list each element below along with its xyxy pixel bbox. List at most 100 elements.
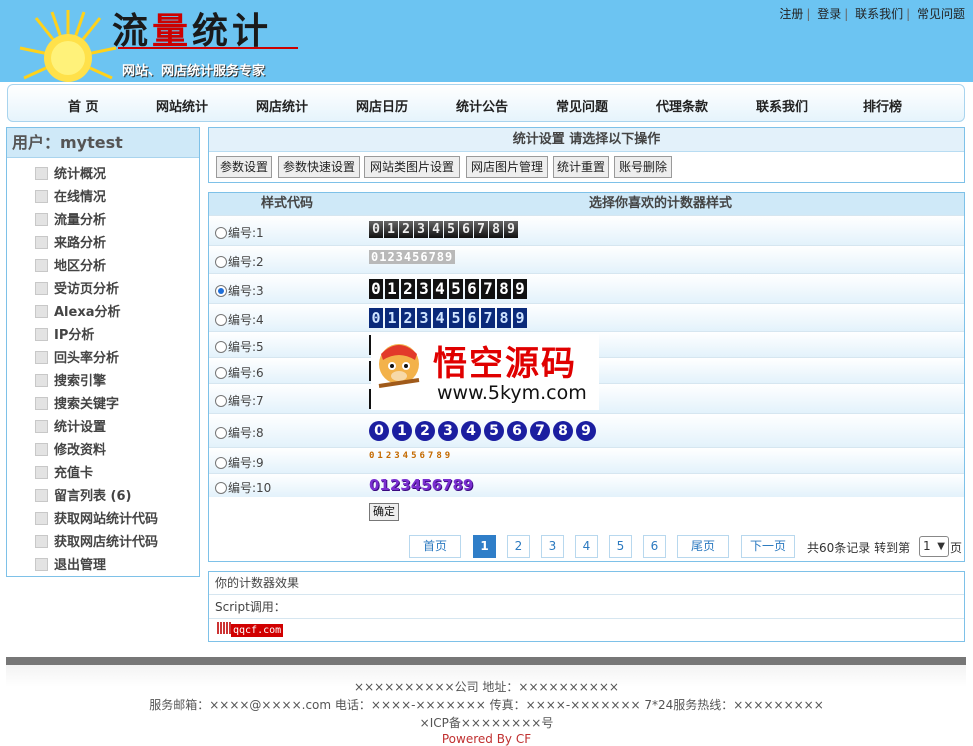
style-option[interactable]: 编号:9 — [215, 454, 264, 471]
exit-icon — [35, 558, 48, 571]
effect-label: 你的计数器效果 — [209, 572, 964, 595]
page-number[interactable]: 2 — [507, 535, 530, 558]
sidebar-item-label: 修改资料 — [54, 443, 107, 458]
nav-agent-terms[interactable]: 代理条款 — [656, 96, 708, 115]
footer-powered: Powered By CF — [441, 732, 532, 746]
pagination: 首页 123456 尾页 下一页 共60条记录 转到第 1 ▼ 页 — [209, 535, 964, 563]
table-row: 编号:9 0123456789 — [209, 447, 964, 473]
counter-badge: qqcf.com — [231, 624, 284, 637]
sidebar-item[interactable]: 来路分析 — [35, 232, 106, 251]
nav-shop-calendar[interactable]: 网店日历 — [356, 96, 408, 115]
nav-site-stats[interactable]: 网站统计 — [156, 96, 208, 115]
account-delete-button[interactable]: 账号删除 — [614, 156, 672, 178]
style-radio[interactable] — [215, 457, 227, 469]
globe-icon — [35, 305, 48, 318]
nav-shop-stats[interactable]: 网店统计 — [256, 96, 308, 115]
style-label: 编号:2 — [228, 255, 264, 269]
style-radio[interactable] — [215, 482, 227, 494]
page-select[interactable]: 1 ▼ — [919, 536, 949, 557]
sidebar-item-label: 获取网店统计代码 — [54, 535, 159, 550]
sidebar-item[interactable]: 获取网店统计代码 — [35, 531, 158, 550]
nav-announcements[interactable]: 统计公告 — [456, 96, 508, 115]
style-label: 编号:6 — [228, 366, 264, 380]
page-number[interactable]: 1 — [473, 535, 496, 558]
sidebar-item-label: IP分析 — [54, 328, 95, 343]
style-option[interactable]: 编号:2 — [215, 253, 264, 270]
sidebar: 用户：mytest 统计概况 在线情况 流量分析 来路分析 地区分析 受访页分析 Alexa… — [6, 127, 200, 577]
nav-contact[interactable]: 联系我们 — [756, 96, 808, 115]
sidebar-item[interactable]: 回头率分析 — [35, 347, 119, 366]
logo-underline — [118, 47, 298, 49]
settings-title: 统计设置 请选择以下操作 — [209, 128, 964, 152]
login-link[interactable]: 登录 — [817, 7, 841, 21]
sidebar-item[interactable]: 在线情况 — [35, 186, 106, 205]
style-radio[interactable] — [215, 395, 227, 407]
sidebar-item[interactable]: 受访页分析 — [35, 278, 119, 297]
register-link[interactable]: 注册 — [779, 7, 803, 21]
page-number[interactable]: 6 — [643, 535, 666, 558]
sidebar-item-label: 在线情况 — [54, 190, 107, 205]
style-option[interactable]: 编号:7 — [215, 392, 264, 409]
document-icon — [35, 190, 48, 203]
sidebar-item[interactable]: 修改资料 — [35, 439, 106, 458]
sidebar-item[interactable]: 地区分析 — [35, 255, 106, 274]
sidebar-item[interactable]: 搜索引擎 — [35, 370, 106, 389]
counter-effect-panel: 你的计数器效果 Script调用： qqcf.com — [208, 571, 965, 642]
style-radio[interactable] — [215, 314, 227, 326]
sidebar-item[interactable]: 流量分析 — [35, 209, 106, 228]
shop-image-manage-button[interactable]: 网店图片管理 — [466, 156, 548, 178]
style-radio[interactable] — [215, 227, 227, 239]
sidebar-item[interactable]: 统计概况 — [35, 163, 106, 182]
style-radio[interactable] — [215, 256, 227, 268]
sidebar-item-label: 来路分析 — [54, 236, 107, 251]
style-option[interactable]: 编号:1 — [215, 224, 264, 241]
table-header: 样式代码 选择你喜欢的计数器样式 — [209, 193, 964, 215]
page-icon — [35, 282, 48, 295]
sidebar-item[interactable]: 退出管理 — [35, 554, 106, 573]
style-radio[interactable] — [215, 341, 227, 353]
style-radio[interactable] — [215, 285, 227, 297]
page-last[interactable]: 尾页 — [677, 535, 729, 558]
contact-link[interactable]: 联系我们 — [855, 7, 903, 21]
sun-logo-icon — [19, 10, 117, 82]
faq-link[interactable]: 常见问题 — [917, 7, 965, 21]
quick-settings-button[interactable]: 参数快速设置 — [278, 156, 360, 178]
sidebar-item-label: 回头率分析 — [54, 351, 120, 366]
style-label: 编号:8 — [228, 426, 264, 440]
footer-contact: 服务邮箱：××××@××××.com 电话：××××-××××××× 传真：××… — [149, 698, 824, 712]
style-option[interactable]: 编号:6 — [215, 364, 264, 381]
page-number[interactable]: 3 — [541, 535, 564, 558]
nav-ranking[interactable]: 排行榜 — [863, 96, 902, 115]
sidebar-item[interactable]: 充值卡 — [35, 462, 93, 481]
style-option[interactable]: 编号:5 — [215, 338, 264, 355]
nav-faq[interactable]: 常见问题 — [556, 96, 608, 115]
stats-reset-button[interactable]: 统计重置 — [553, 156, 609, 178]
sidebar-item[interactable]: 留言列表 (6) — [35, 485, 131, 504]
page-number[interactable]: 4 — [575, 535, 598, 558]
card-icon — [35, 466, 48, 479]
sidebar-item[interactable]: 统计设置 — [35, 416, 106, 435]
bar-chart-icon — [217, 622, 231, 634]
sidebar-item[interactable]: 获取网站统计代码 — [35, 508, 158, 527]
style-radio[interactable] — [215, 427, 227, 439]
site-image-settings-button[interactable]: 网站类图片设置 — [364, 156, 460, 178]
message-icon — [35, 489, 48, 502]
sidebar-item-label: 留言列表 (6) — [54, 489, 132, 504]
style-option[interactable]: 编号:10 — [215, 479, 271, 496]
table-row: 编号:3 0 1 2 3 4 5 6 7 8 9 — [209, 273, 964, 303]
page-number[interactable]: 5 — [609, 535, 632, 558]
style-option[interactable]: 编号:4 — [215, 311, 264, 328]
page-suffix: 页 — [950, 541, 963, 555]
style-radio[interactable] — [215, 367, 227, 379]
page-next[interactable]: 下一页 — [741, 535, 795, 558]
page-first[interactable]: 首页 — [409, 535, 461, 558]
param-settings-button[interactable]: 参数设置 — [216, 156, 272, 178]
sidebar-item[interactable]: Alexa分析 — [35, 301, 121, 320]
style-option[interactable]: 编号:8 — [215, 424, 264, 441]
confirm-button[interactable]: 确定 — [369, 503, 399, 521]
style-option[interactable]: 编号:3 — [215, 282, 264, 299]
logo-subtitle: 网站、网店统计服务专家 — [122, 64, 266, 79]
nav-home[interactable]: 首 页 — [68, 96, 99, 115]
sidebar-item[interactable]: IP分析 — [35, 324, 94, 343]
sidebar-item[interactable]: 搜索关键字 — [35, 393, 119, 412]
